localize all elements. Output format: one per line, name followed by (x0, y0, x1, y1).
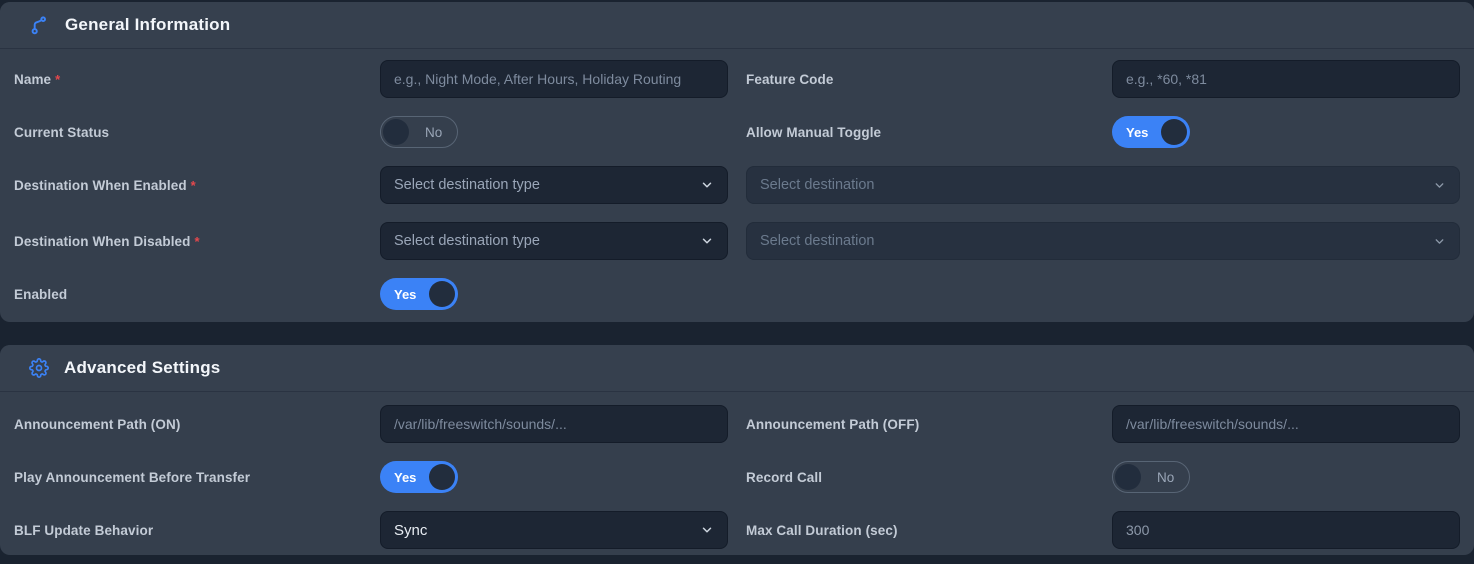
toggle-state-label: Yes (1126, 124, 1149, 140)
toggle-knob (1115, 464, 1141, 490)
row-blf-duration: BLF Update Behavior Sync Max Call Durati… (14, 511, 1460, 549)
section-title-general: General Information (65, 15, 231, 34)
current-status-label: Current Status (14, 124, 110, 140)
row-destination-disabled: Destination When Disabled * Select destin… (14, 222, 1460, 260)
announcement-on-input[interactable] (380, 405, 728, 443)
destination-disabled-type-select[interactable]: Select destination type (380, 222, 728, 260)
required-marker: * (55, 71, 61, 87)
toggle-knob (429, 464, 455, 490)
advanced-settings-card: Advanced Settings Announcement Path (ON)… (0, 345, 1474, 555)
select-placeholder: Select destination type (394, 233, 540, 249)
toggle-knob (429, 281, 455, 307)
select-value: Sync (394, 521, 428, 539)
toggle-state-label: Yes (394, 469, 417, 485)
record-call-label: Record Call (746, 469, 823, 485)
toggle-state-label: No (1157, 469, 1175, 485)
chevron-down-icon (700, 178, 714, 192)
row-status-manualtoggle: Current Status No Allow Manual Toggle Ye… (14, 116, 1460, 148)
feature-code-label: Feature Code (746, 71, 834, 87)
destination-enabled-type-select[interactable]: Select destination type (380, 166, 728, 204)
destination-disabled-label: Destination When Disabled * (14, 233, 200, 249)
feature-code-input[interactable] (1112, 60, 1460, 98)
enabled-toggle[interactable]: Yes (380, 278, 458, 310)
section-title-advanced: Advanced Settings (64, 358, 221, 377)
max-call-duration-input[interactable] (1112, 511, 1460, 549)
destination-disabled-select[interactable]: Select destination (746, 222, 1460, 260)
announcement-on-label: Announcement Path (ON) (14, 416, 181, 432)
advanced-settings-body: Announcement Path (ON) Announcement Path… (0, 392, 1474, 555)
advanced-settings-header: Advanced Settings (0, 345, 1474, 392)
enabled-label: Enabled (14, 286, 68, 302)
destination-enabled-label: Destination When Enabled * (14, 177, 196, 193)
row-announcement-paths: Announcement Path (ON) Announcement Path… (14, 405, 1460, 443)
select-placeholder: Select destination (760, 177, 875, 193)
toggle-knob (1161, 119, 1187, 145)
call-split-icon (29, 15, 50, 36)
announcement-off-label: Announcement Path (OFF) (746, 416, 920, 432)
blf-update-behavior-select[interactable]: Sync (380, 511, 728, 549)
allow-manual-toggle[interactable]: Yes (1112, 116, 1190, 148)
row-destination-enabled: Destination When Enabled * Select destina… (14, 166, 1460, 204)
row-play-record: Play Announcement Before Transfer Yes Re… (14, 461, 1460, 493)
name-label: Name * (14, 71, 61, 87)
max-call-duration-label: Max Call Duration (sec) (746, 522, 898, 538)
gear-icon (29, 358, 49, 378)
record-call-toggle[interactable]: No (1112, 461, 1190, 493)
row-enabled: Enabled Yes (14, 278, 1460, 310)
chevron-down-icon (700, 523, 714, 537)
toggle-state-label: No (425, 124, 443, 140)
name-input[interactable] (380, 60, 728, 98)
row-name-featurecode: Name* Feature Code (14, 60, 1460, 98)
announcement-off-input[interactable] (1112, 405, 1460, 443)
general-information-card: General Information Name* Feature Code C… (0, 2, 1474, 322)
chevron-down-icon (1433, 179, 1446, 192)
toggle-state-label: Yes (394, 286, 417, 302)
destination-enabled-select[interactable]: Select destination (746, 166, 1460, 204)
required-marker: * (190, 177, 196, 193)
chevron-down-icon (700, 234, 714, 248)
allow-manual-toggle-label: Allow Manual Toggle (746, 124, 882, 140)
chevron-down-icon (1433, 235, 1446, 248)
general-information-body: Name* Feature Code Current Status No All… (0, 49, 1474, 322)
select-placeholder: Select destination type (394, 177, 540, 193)
general-information-header: General Information (0, 2, 1474, 49)
play-announcement-label: Play Announcement Before Transfer (14, 469, 251, 485)
current-status-toggle[interactable]: No (380, 116, 458, 148)
select-placeholder: Select destination (760, 233, 875, 249)
play-announcement-toggle[interactable]: Yes (380, 461, 458, 493)
required-marker: * (194, 233, 200, 249)
blf-update-behavior-label: BLF Update Behavior (14, 522, 154, 538)
toggle-knob (383, 119, 409, 145)
